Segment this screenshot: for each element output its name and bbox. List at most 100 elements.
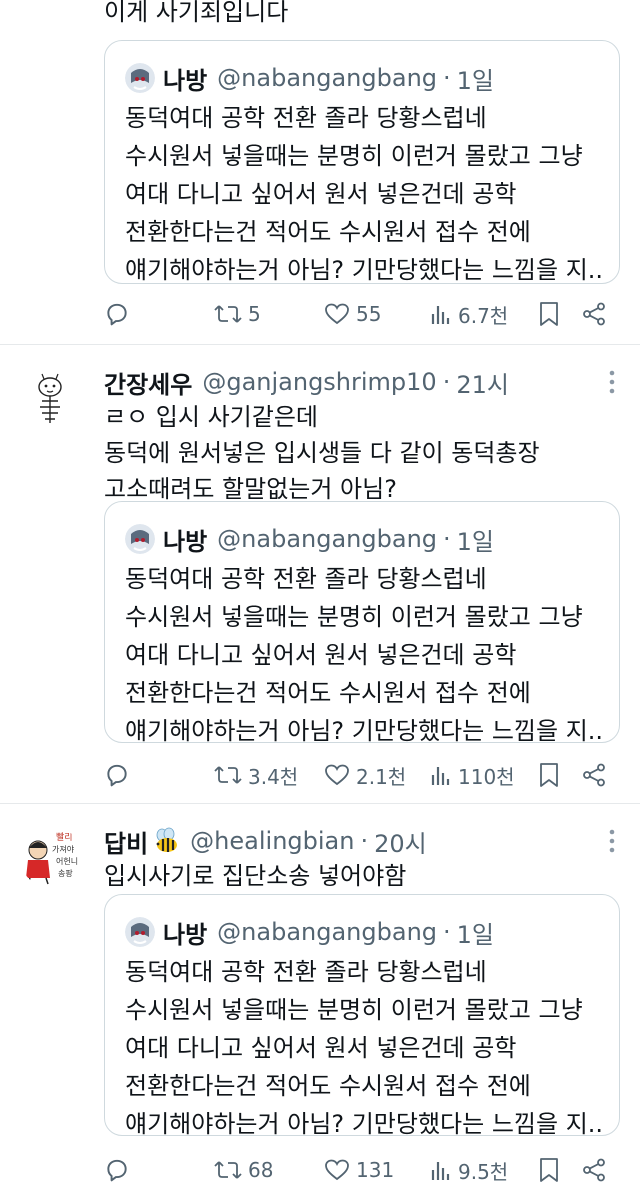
bookmark-button[interactable] [538,1157,560,1183]
tweet-header: 간장세우 @ganjangshrimp10 · 21시 [104,365,610,399]
avatar[interactable] [20,367,82,429]
quoted-text-line: 얘기해야하는거 아님? 기만당했다는 느낌을 지... [125,256,603,284]
quoted-text-line: 전환한다는건 적어도 수시원서 접수 전에 [125,679,531,707]
author-name[interactable]: 간장세우 [104,365,192,400]
tweet[interactable]: 빨리 가져야 어헌니 송팡 답비 @healingbian · 20시 입시사기로 집… [0,804,640,1202]
tweet-actions: 5 55 6.7천 [104,294,618,334]
tweet-actions: 3.4천 2.1천 110천 [104,755,618,795]
separator-dot: · [443,525,451,553]
quoted-text-line: 얘기해야하는거 아님? 기만당했다는 느낌을 지... [125,717,603,745]
like-count: 131 [356,1158,395,1182]
tweet-time[interactable]: 21시 [456,365,509,400]
reply-icon [107,303,127,326]
quoted-text-line: 여대 다니고 싶어서 원서 넣은건데 공학 [125,1034,517,1062]
quoted-tweet-header: 나방 @nabangangbang · 1일 [125,915,494,949]
quoted-handle[interactable]: @nabangangbang [217,64,437,92]
more-button[interactable] [604,367,620,397]
quoted-text-line: 수시원서 넣을때는 분명히 이런거 몰랐고 그냥 [125,603,583,631]
bookmark-icon [540,1158,558,1182]
bookmark-icon [540,763,558,787]
reply-button[interactable] [104,762,130,788]
like-button[interactable]: 131 [324,1158,394,1182]
tweet-text-line: 동덕에 원서넣은 입시생들 다 같이 동덕총장 [104,439,540,467]
quoted-text-line: 동덕여대 공학 전환 졸라 당황스럽네 [125,565,487,593]
like-button[interactable]: 2.1천 [324,761,406,790]
bookmark-button[interactable] [538,762,560,788]
views-button[interactable]: 9.5천 [430,1156,508,1185]
share-button[interactable] [582,1158,606,1182]
tweet-time[interactable]: 20시 [374,824,427,859]
avatar[interactable]: 빨리 가져야 어헌니 송팡 [20,826,82,888]
heart-icon [325,1159,349,1181]
share-button[interactable] [582,763,606,787]
retweet-button[interactable]: 68 [214,1158,273,1182]
quoted-text-line: 여대 다니고 싶어서 원서 넣은건데 공학 [125,180,517,208]
quoted-avatar [125,63,155,93]
reply-icon [107,1159,127,1182]
quoted-text: 동덕여대 공학 전환 졸라 당황스럽네 수시원서 넣을때는 분명히 이런거 몰랐… [125,953,603,1143]
quoted-handle[interactable]: @nabangangbang [217,525,437,553]
reply-button[interactable] [104,1157,130,1183]
retweet-icon [214,766,242,784]
retweet-button[interactable]: 3.4천 [214,761,298,790]
quoted-tweet[interactable]: 나방 @nabangangbang · 1일 동덕여대 공학 전환 졸라 당황스… [104,40,620,284]
quoted-time[interactable]: 1일 [457,915,494,950]
quoted-text-line: 여대 다니고 싶어서 원서 넣은건데 공학 [125,641,517,669]
bee-emoji-icon [152,827,180,855]
quoted-name[interactable]: 나방 [163,61,207,96]
timeline: 이게 사기죄입니다 나방 @nabangangbang · 1일 동덕여대 공학… [0,0,640,1202]
author-handle[interactable]: @ganjangshrimp10 [202,368,436,396]
views-button[interactable]: 6.7천 [430,300,508,329]
views-icon [431,767,450,785]
heart-icon [325,303,349,325]
more-button[interactable] [604,826,620,856]
retweet-button[interactable]: 5 [214,302,261,326]
author-handle[interactable]: @healingbian [190,827,354,855]
more-icon [609,829,615,853]
tweet-actions: 68 131 9.5천 [104,1150,618,1190]
retweet-count: 3.4천 [248,764,299,789]
reply-button[interactable] [104,301,130,327]
quoted-tweet[interactable]: 나방 @nabangangbang · 1일 동덕여대 공학 전환 졸라 당황스… [104,894,620,1138]
separator-dot: · [443,64,451,92]
quoted-text-line: 전환한다는건 적어도 수시원서 접수 전에 [125,1072,531,1100]
like-button[interactable]: 55 [324,302,381,326]
quoted-name[interactable]: 나방 [163,915,207,950]
bookmark-button[interactable] [538,301,560,327]
quoted-time[interactable]: 1일 [457,522,494,557]
tweet[interactable]: 이게 사기죄입니다 나방 @nabangangbang · 1일 동덕여대 공학… [0,0,640,345]
like-count: 2.1천 [356,764,407,789]
quoted-time[interactable]: 1일 [457,61,494,96]
quoted-text-line: 전환한다는건 적어도 수시원서 접수 전에 [125,218,531,246]
tweet[interactable]: 간장세우 @ganjangshrimp10 · 21시 ㄹㅇ 입시 사기같은데 … [0,345,640,804]
quoted-text-line: 동덕여대 공학 전환 졸라 당황스럽네 [125,958,487,986]
quoted-tweet[interactable]: 나방 @nabangangbang · 1일 동덕여대 공학 전환 졸라 당황스… [104,501,620,745]
svg-text:가져야: 가져야 [52,844,75,854]
retweet-icon [214,305,242,323]
views-button[interactable]: 110천 [430,761,515,790]
quoted-handle[interactable]: @nabangangbang [217,918,437,946]
tweet-text-line: 입시사기로 집단소송 넣어야함 [104,862,407,890]
retweet-count: 68 [248,1158,274,1182]
quoted-text-line: 수시원서 넣을때는 분명히 이런거 몰랐고 그냥 [125,142,583,170]
heart-icon [325,764,349,786]
tweet-text: ㄹㅇ 입시 사기같은데 동덕에 원서넣은 입시생들 다 같이 동덕총장 고소때려… [104,399,620,507]
svg-text:송팡: 송팡 [58,868,73,878]
quoted-text-line: 수시원서 넣을때는 분명히 이런거 몰랐고 그냥 [125,996,583,1024]
author-name[interactable]: 답비 [104,824,148,859]
tweet-text: 입시사기로 집단소송 넣어야함 [104,858,620,894]
quoted-name[interactable]: 나방 [163,522,207,557]
quoted-text: 동덕여대 공학 전환 졸라 당황스럽네 수시원서 넣을때는 분명히 이런거 몰랐… [125,99,603,289]
separator-dot: · [442,368,451,396]
tweet-text-line: 이게 사기죄입니다 [104,0,289,26]
quoted-text: 동덕여대 공학 전환 졸라 당황스럽네 수시원서 넣을때는 분명히 이런거 몰랐… [125,560,603,750]
views-count: 9.5천 [458,1159,509,1184]
like-count: 55 [356,302,382,326]
quoted-text-line: 동덕여대 공학 전환 졸라 당황스럽네 [125,104,487,132]
share-icon [583,1158,605,1182]
quoted-avatar [125,524,155,554]
separator-dot: · [443,918,451,946]
bookmark-icon [540,302,558,326]
quoted-tweet-header: 나방 @nabangangbang · 1일 [125,522,494,556]
share-button[interactable] [582,302,606,326]
